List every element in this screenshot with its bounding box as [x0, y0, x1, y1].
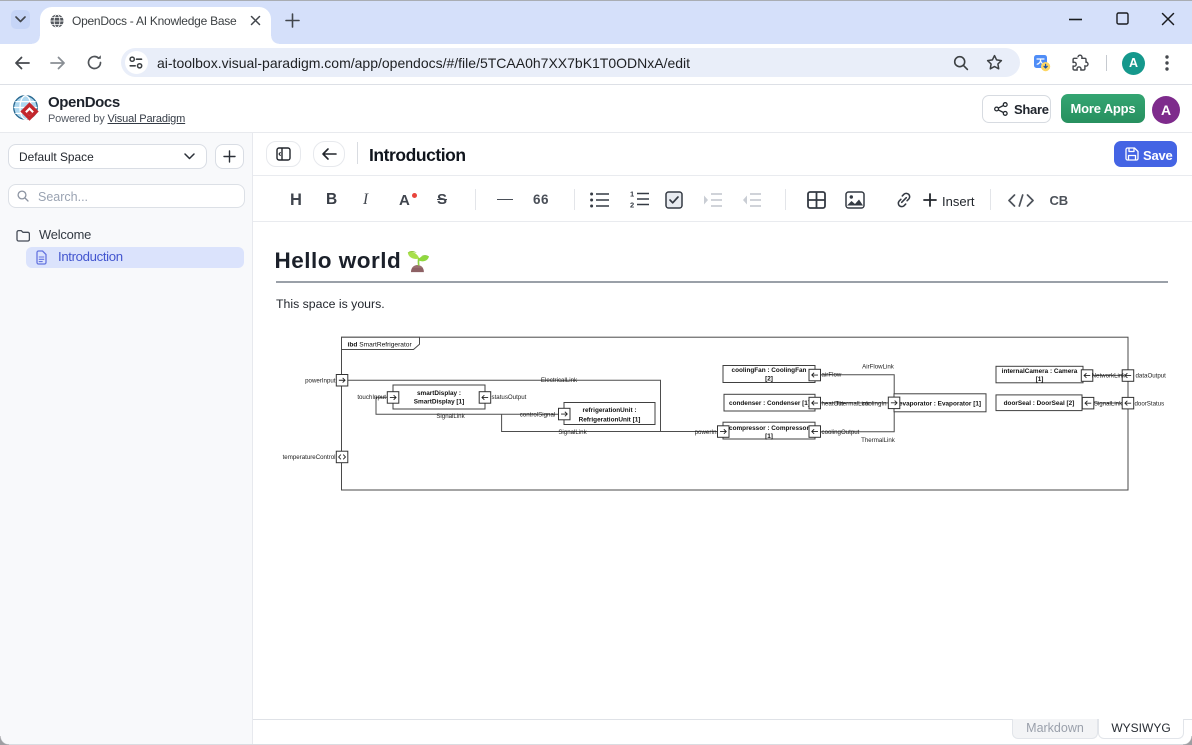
svg-text:powerInput: powerInput	[305, 377, 336, 384]
svg-text:SignalLink: SignalLink	[436, 413, 465, 420]
svg-text:2: 2	[630, 201, 634, 210]
svg-text:1: 1	[630, 190, 634, 199]
svg-text:NetworkLink: NetworkLink	[1092, 372, 1127, 379]
svg-text:touchInput: touchInput	[357, 394, 386, 401]
svg-text:internalCamera : Camera: internalCamera : Camera	[1002, 368, 1078, 375]
svg-text:dataOutput: dataOutput	[1136, 373, 1167, 380]
svg-text:statusOutput: statusOutput	[492, 394, 527, 401]
svg-text:ibd SmartRefrigerator: ibd SmartRefrigerator	[348, 341, 413, 348]
svg-text:smartDisplay :: smartDisplay :	[417, 390, 461, 397]
svg-text:evaporator : Evaporator [1]: evaporator : Evaporator [1]	[899, 400, 981, 407]
svg-text:ElectricalLink: ElectricalLink	[541, 377, 578, 384]
svg-text:ThermalLink: ThermalLink	[861, 437, 896, 444]
svg-text:refrigerationUnit :: refrigerationUnit :	[583, 407, 637, 414]
svg-text:powerIn: powerIn	[695, 429, 717, 436]
svg-text:[1]: [1]	[765, 433, 773, 440]
svg-text:RefrigerationUnit [1]: RefrigerationUnit [1]	[579, 416, 641, 423]
svg-text:[2]: [2]	[765, 375, 773, 382]
svg-text:coolingFan : CoolingFan: coolingFan : CoolingFan	[732, 367, 807, 374]
svg-text:compressor : Compressor: compressor : Compressor	[729, 425, 809, 432]
svg-text:SignalLink: SignalLink	[1094, 401, 1123, 408]
svg-text:coolingIn: coolingIn	[862, 400, 887, 407]
svg-text:SmartDisplay [1]: SmartDisplay [1]	[414, 398, 464, 405]
svg-text:airFlow: airFlow	[822, 372, 842, 379]
svg-text:AirFlowLink: AirFlowLink	[862, 363, 895, 370]
svg-text:SignalLink: SignalLink	[558, 429, 587, 436]
svg-text:condenser : Condenser [1]: condenser : Condenser [1]	[729, 400, 810, 407]
svg-text:temperatureControl: temperatureControl	[283, 454, 336, 461]
svg-text:doorSeal : DoorSeal [2]: doorSeal : DoorSeal [2]	[1004, 400, 1075, 407]
svg-text:doorStatus: doorStatus	[1135, 401, 1165, 408]
svg-text:controlSignal: controlSignal	[520, 411, 556, 418]
svg-text:coolingOutput: coolingOutput	[822, 429, 860, 436]
svg-text:[1]: [1]	[1036, 376, 1044, 383]
